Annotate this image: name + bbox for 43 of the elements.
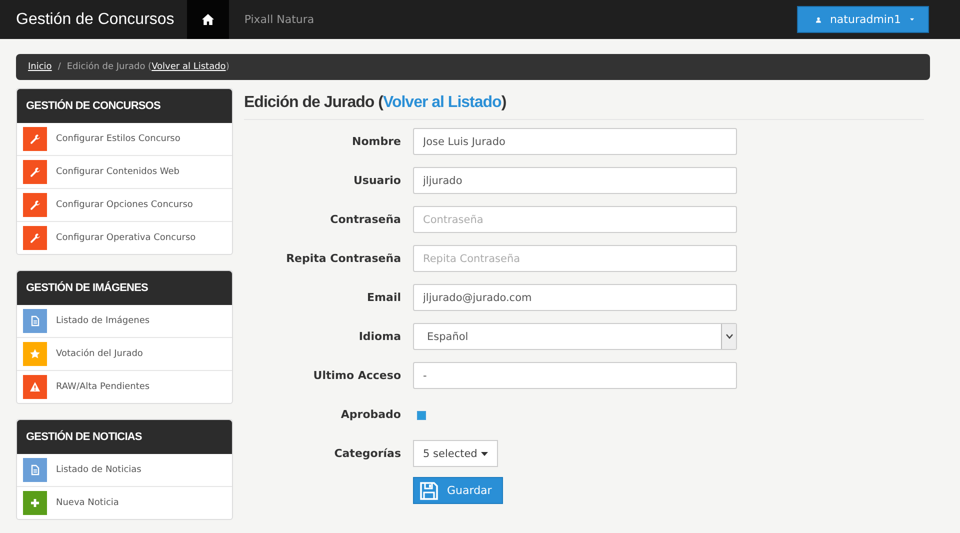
brand-title[interactable]: Gestión de Concursos: [0, 10, 188, 28]
sidebar-item[interactable]: Configurar Opciones Concurso: [17, 188, 232, 221]
input-field[interactable]: Contraseña: [413, 206, 737, 233]
field-label: Usuario: [352, 174, 402, 187]
sidebar-item[interactable]: RAW/Alta Pendientes: [17, 370, 232, 403]
language-dropdown[interactable]: Español: [413, 323, 737, 350]
home-tab[interactable]: [187, 0, 230, 39]
sidebar-item[interactable]: Configurar Operativa Concurso: [17, 221, 232, 254]
breadcrumb-current: Edición de Jurado (Volver al Listado): [66, 62, 230, 72]
input-field[interactable]: jljurado: [413, 167, 737, 194]
field-label: Nombre: [351, 135, 402, 148]
caret-icon: [481, 452, 488, 456]
input-field[interactable]: -: [413, 362, 737, 389]
input-field[interactable]: Repita Contraseña: [413, 245, 737, 272]
field-label: Categorías: [333, 447, 402, 460]
breadcrumb-link[interactable]: Volver al Listado: [152, 62, 226, 72]
breadcrumb-separator: /: [58, 62, 61, 72]
categories-dropdown[interactable]: 5 selected: [413, 440, 498, 467]
sidebar-item[interactable]: Votación del Jurado: [17, 337, 232, 370]
field-label: Contraseña: [329, 213, 402, 226]
sidebar-item[interactable]: Listado de Imágenes: [17, 305, 232, 337]
breadcrumb-link[interactable]: Inicio: [28, 62, 52, 72]
sidebar-item[interactable]: Listado de Noticias: [17, 454, 232, 486]
checkbox[interactable]: [417, 411, 426, 420]
sidebar-item[interactable]: Configurar Contenidos Web: [17, 155, 232, 188]
nav-link[interactable]: Pixall Natura: [229, 13, 330, 26]
panel-heading: GESTIÓN DE CONCURSOS: [17, 89, 232, 123]
panel-heading: GESTIÓN DE NOTICIAS: [17, 420, 232, 454]
field-label: Repita Contraseña: [285, 252, 402, 265]
field-label: Idioma: [358, 330, 402, 343]
sidebar-item[interactable]: Configurar Estilos Concurso: [17, 123, 232, 155]
field-label: Email: [366, 291, 402, 304]
field-label: Aprobado: [340, 408, 402, 421]
user-menu-button[interactable]: naturadmin1: [797, 6, 929, 33]
form-heading: Edición de Jurado (Volver al Listado): [244, 94, 924, 120]
save-button[interactable]: Guardar: [413, 477, 503, 504]
field-label: Ultimo Acceso: [312, 369, 402, 382]
chevron-icon: [726, 334, 732, 339]
input-field[interactable]: jljurado@jurado.com: [413, 284, 737, 311]
home-icon: [202, 14, 214, 25]
panel-heading: GESTIÓN DE IMÁGENES: [17, 271, 232, 305]
sidebar-item[interactable]: Nueva Noticia: [17, 486, 232, 519]
caret-icon: [910, 17, 914, 22]
